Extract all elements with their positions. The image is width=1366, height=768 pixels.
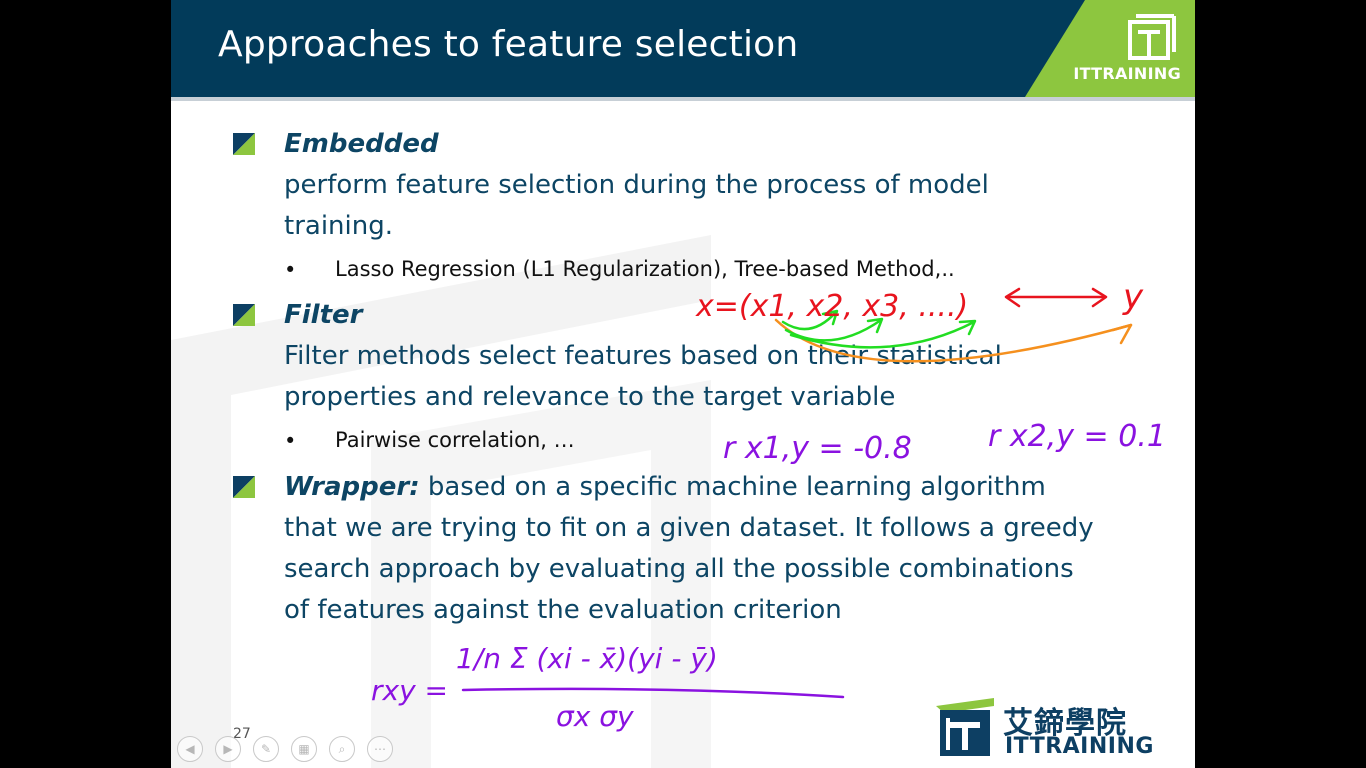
bullet-line: perform feature selection during the pro…	[284, 170, 989, 200]
bottom-logo: 艾鍗學院 ITTRAINING	[936, 696, 1156, 759]
zoom-icon[interactable]: ⌕	[329, 736, 355, 762]
sub-bullet-text: Lasso Regression (L1 Regularization), Tr…	[335, 257, 955, 281]
slides-icon[interactable]: ▦	[291, 736, 317, 762]
bottom-logo-english: ITTRAINING	[1005, 734, 1154, 759]
bullet-line: that we are trying to fit on a given dat…	[284, 513, 1094, 543]
next-icon[interactable]: ▶	[215, 736, 241, 762]
bullet-term: Filter	[284, 300, 363, 330]
bullet-line: properties and relevance to the target v…	[284, 382, 896, 412]
slide: Approaches to feature selection ITTRAINI…	[171, 0, 1195, 768]
bullet-line: training.	[284, 211, 393, 241]
bullet-line: of features against the evaluation crite…	[284, 595, 842, 625]
bullet-line: based on a specific machine learning alg…	[419, 472, 1046, 502]
bullet-embedded: Embedded perform feature selection durin…	[284, 124, 989, 247]
ittraining-logo-icon	[936, 698, 994, 756]
bullet-wrapper: Wrapper: based on a specific machine lea…	[284, 467, 1094, 631]
pen-icon[interactable]: ✎	[253, 736, 279, 762]
bullet-square-icon	[233, 133, 255, 155]
sub-bullet-dot: •	[284, 429, 297, 453]
bullet-square-icon	[233, 304, 255, 326]
prev-icon[interactable]: ◀	[177, 736, 203, 762]
slide-content: Embedded perform feature selection durin…	[171, 0, 1195, 768]
bullet-term: Embedded	[284, 129, 439, 159]
bullet-filter: Filter Filter methods select features ba…	[284, 295, 1002, 418]
sub-bullet-text: Pairwise correlation, …	[335, 428, 575, 452]
bullet-term: Wrapper:	[284, 472, 420, 502]
bullet-square-icon	[233, 476, 255, 498]
bullet-line: search approach by evaluating all the po…	[284, 554, 1074, 584]
bullet-line: Filter methods select features based on …	[284, 341, 1002, 371]
sub-bullet-dot: •	[284, 258, 297, 282]
more-icon[interactable]: ⋯	[367, 736, 393, 762]
